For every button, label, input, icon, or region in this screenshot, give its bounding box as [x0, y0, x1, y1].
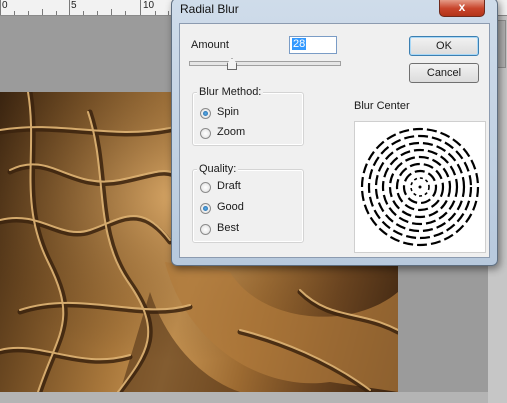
- draft-radio[interactable]: [200, 182, 211, 193]
- amount-slider-track[interactable]: [189, 61, 341, 66]
- amount-value: 28: [292, 38, 307, 50]
- ruler-tick: [0, 0, 1, 15]
- dialog-body: Amount 28 OK Cancel Blur Method: Spin Zo…: [179, 23, 490, 258]
- ruler-tick: [69, 0, 70, 15]
- blur-center-label: Blur Center: [354, 100, 410, 112]
- best-label[interactable]: Best: [217, 222, 239, 234]
- ruler-label-5: 5: [71, 0, 77, 11]
- ruler-tick: [14, 11, 15, 15]
- spin-radio[interactable]: [200, 108, 211, 119]
- close-button[interactable]: x: [439, 0, 485, 17]
- ruler-tick: [155, 11, 156, 15]
- ruler-tick: [42, 9, 43, 15]
- ruler-tick: [83, 11, 84, 15]
- amount-input[interactable]: 28: [289, 36, 337, 54]
- ruler-tick: [111, 9, 112, 15]
- good-label[interactable]: Good: [217, 201, 244, 213]
- draft-label[interactable]: Draft: [217, 180, 241, 192]
- quality-title: Quality:: [197, 163, 239, 175]
- best-radio[interactable]: [200, 224, 211, 235]
- amount-slider-thumb[interactable]: [227, 58, 237, 70]
- zoom-label[interactable]: Zoom: [217, 126, 245, 138]
- amount-label: Amount: [191, 39, 229, 51]
- ok-button[interactable]: OK: [409, 36, 479, 56]
- ruler-label-0: 0: [2, 0, 8, 11]
- blur-center-preview[interactable]: [354, 121, 486, 253]
- quality-group: Quality: Draft Good Best: [192, 163, 304, 243]
- ruler-tick: [168, 11, 169, 15]
- radial-blur-dialog: Radial Blur x Amount 28 OK Cancel Blur M…: [171, 0, 498, 266]
- ruler-label-10: 10: [143, 0, 155, 11]
- dialog-titlebar[interactable]: Radial Blur x: [172, 0, 497, 19]
- ruler-tick: [140, 0, 141, 15]
- spin-label[interactable]: Spin: [217, 106, 239, 118]
- zoom-radio[interactable]: [200, 128, 211, 139]
- spin-rings-icon: [360, 127, 480, 247]
- blur-method-group: Blur Method: Spin Zoom: [192, 86, 304, 146]
- ruler-tick: [97, 11, 98, 15]
- close-icon: x: [458, 0, 466, 14]
- blur-method-title: Blur Method:: [197, 86, 264, 98]
- good-radio[interactable]: [200, 203, 211, 214]
- cancel-button[interactable]: Cancel: [409, 63, 479, 83]
- horizontal-scrollbar[interactable]: [0, 392, 488, 403]
- dialog-title: Radial Blur: [180, 2, 239, 16]
- ruler-tick: [125, 11, 126, 15]
- ruler-tick: [28, 11, 29, 15]
- ruler-tick: [56, 11, 57, 15]
